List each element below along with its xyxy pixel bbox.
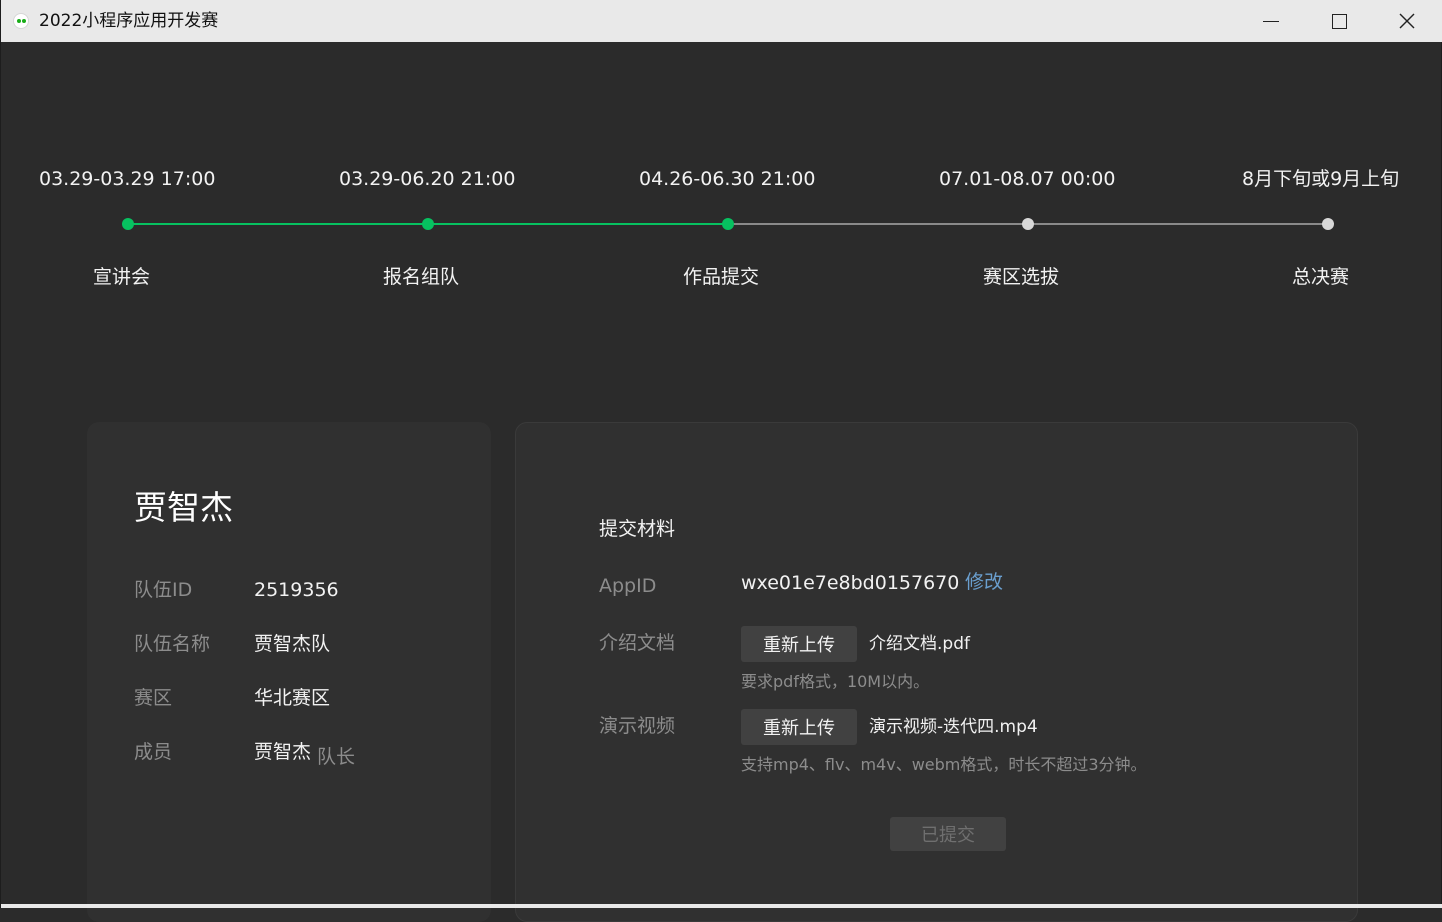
team-info-card: 贾智杰 队伍ID 2519356 队伍名称 贾智杰队 赛区 华北赛区 成员 贾智… [87,422,491,922]
submission-title: 提交材料 [599,518,676,540]
stage-date: 07.01-08.07 00:00 [939,168,1116,190]
region-label: 赛区 [134,687,173,709]
stage-dot-done [122,218,134,230]
video-format-hint: 支持mp4、flv、m4v、webm格式，时长不超过3分钟。 [741,755,1147,774]
timeline-progress-line [127,223,428,225]
timeline-remaining-line [728,223,1028,225]
stage-dot-done [422,218,434,230]
minimize-icon [1263,20,1279,22]
doc-file-name: 介绍文档.pdf [869,634,970,654]
team-name-value: 贾智杰队 [254,633,331,655]
member-entry: 贾智杰 队长 [254,739,356,768]
participant-name: 贾智杰 [134,488,233,527]
close-button[interactable] [1373,0,1441,42]
demo-video-label: 演示视频 [599,715,676,737]
window-bottom-edge [1,904,1442,908]
minimize-button[interactable] [1237,0,1305,42]
maximize-button[interactable] [1305,0,1373,42]
team-id-value: 2519356 [254,579,339,601]
stage-dot-pending [1322,218,1334,230]
competition-timeline: 03.29-03.29 17:00 宣讲会 03.29-06.20 21:00 … [1,42,1442,342]
stage-name: 作品提交 [683,266,760,288]
title-bar: 2022小程序应用开发赛 [1,0,1442,42]
team-name-label: 队伍名称 [134,633,211,655]
stage-name: 宣讲会 [93,266,151,288]
stage-date: 03.29-03.29 17:00 [39,168,216,190]
timeline-remaining-line [1028,223,1328,225]
stage-date: 8月下旬或9月上旬 [1242,168,1400,190]
close-icon [1399,13,1415,29]
submission-card: 提交材料 AppID wxe01e7e8bd0157670 修改 介绍文档 重新… [515,422,1358,922]
stage-dot-pending [1022,218,1034,230]
stage-date: 04.26-06.30 21:00 [639,168,816,190]
wechat-app-icon [13,13,29,29]
maximize-icon [1331,13,1347,29]
region-value: 华北赛区 [254,687,331,709]
member-name: 贾智杰 [254,741,312,763]
reupload-video-button[interactable]: 重新上传 [741,709,857,745]
intro-doc-label: 介绍文档 [599,632,676,654]
edit-appid-link[interactable]: 修改 [965,569,1003,595]
appid-label: AppID [599,575,657,597]
window-title: 2022小程序应用开发赛 [39,11,219,31]
app-window: 2022小程序应用开发赛 03.29-03.29 17:00 宣讲会 03.29… [0,0,1442,922]
stage-name: 总决赛 [1292,266,1350,288]
doc-format-hint: 要求pdf格式，10M以内。 [741,672,930,691]
reupload-doc-button[interactable]: 重新上传 [741,626,857,662]
video-file-name: 演示视频-迭代四.mp4 [869,717,1038,737]
stage-name: 报名组队 [383,266,460,288]
submitted-button[interactable]: 已提交 [890,817,1006,851]
members-label: 成员 [134,741,173,763]
stage-dot-done [722,218,734,230]
timeline-progress-line [428,223,728,225]
team-id-label: 队伍ID [134,579,193,601]
appid-value: wxe01e7e8bd0157670 [741,572,960,594]
captain-badge: 队长 [317,746,356,768]
stage-name: 赛区选拔 [983,266,1060,288]
stage-date: 03.29-06.20 21:00 [339,168,516,190]
